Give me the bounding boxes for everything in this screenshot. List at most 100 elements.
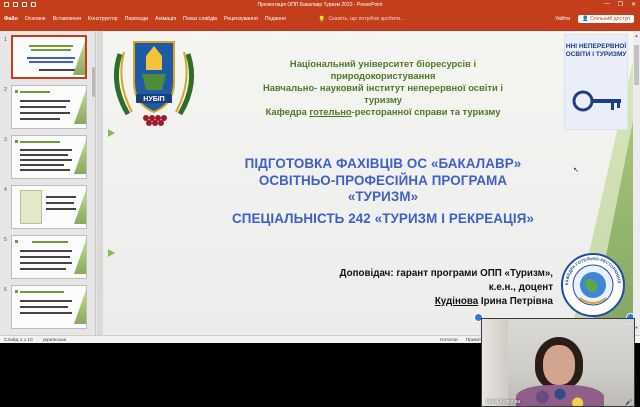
- thumb-line: [20, 118, 60, 120]
- thumbnail-slide-1[interactable]: 1: [2, 35, 92, 79]
- thumb-line: [20, 112, 70, 114]
- person-icon: 👤: [582, 16, 591, 22]
- thumb-line: [20, 262, 72, 264]
- thumb-line: [39, 69, 75, 71]
- department-name: Кафедра готельно-ресторанної справи та т…: [213, 106, 553, 118]
- thumb-line: [20, 256, 70, 258]
- thumb-line: [29, 45, 73, 47]
- slide-scrollbar[interactable]: ▲ ▼: [633, 31, 640, 335]
- arrow-bullet-icon: [108, 129, 115, 137]
- tab-transitions[interactable]: Переходи: [125, 16, 149, 22]
- slide-canvas[interactable]: НУБІП ННІ НЕПЕРЕРВНОЇ ОСВІТИ І ТУРИЗМУ Н…: [103, 31, 633, 335]
- search-placeholder: Скажіть, що потрібно зробити...: [328, 16, 405, 22]
- thumb-line: [20, 291, 64, 293]
- thumb-line: [32, 241, 68, 243]
- thumb-bullet: [15, 240, 18, 243]
- thumbnail-number: 6: [4, 287, 7, 293]
- tab-insert[interactable]: Вставлення: [53, 16, 81, 22]
- thumb-line: [31, 49, 71, 51]
- powerpoint-window: Презентація ОПП Бакалавр Туризм 2023 - P…: [0, 0, 640, 343]
- microphone-icon: 🎤: [625, 400, 633, 406]
- tab-home[interactable]: Основне: [25, 16, 46, 22]
- language-indicator[interactable]: українська: [43, 338, 67, 343]
- lightbulb-icon: 💡: [318, 16, 326, 23]
- thumb-line: [20, 106, 66, 108]
- thumb-line: [46, 196, 76, 198]
- slide-title: ПІДГОТОВКА ФАХІВЦІВ ОС «БАКАЛАВР» ОСВІТН…: [213, 156, 553, 227]
- signin-link[interactable]: Увійти: [555, 16, 570, 22]
- thumbnail-number: 5: [4, 237, 7, 243]
- title-line-1: ПІДГОТОВКА ФАХІВЦІВ ОС «БАКАЛАВР»: [244, 156, 522, 171]
- notes-button[interactable]: Нотатки: [440, 338, 458, 343]
- thumb-leaf: [74, 90, 86, 124]
- share-button[interactable]: 👤 Спільний доступ: [578, 15, 634, 23]
- speaker-line-1: Доповідач: гарант програми ОПП «Туризм»,: [339, 268, 553, 279]
- department-stamp-logo: КАФЕДРА ГОТЕЛЬНО-РЕСТОРАННОЇ СПРАВИ ТА Т…: [560, 252, 625, 317]
- ribbon-tabs: Файл Основне Вставлення Конструктор Пере…: [4, 16, 286, 22]
- thumbnail-slide-2[interactable]: 2: [2, 85, 92, 129]
- institute-name-line2: туризму: [364, 94, 402, 105]
- scroll-up-icon[interactable]: ▲: [634, 33, 639, 38]
- scrollbar-thumb[interactable]: [634, 45, 639, 85]
- share-label: Спільний доступ: [590, 16, 630, 22]
- department-suffix: -ресторанної справи та туризму: [351, 106, 501, 117]
- close-button[interactable]: ✕: [631, 1, 636, 8]
- thumb-line: [20, 164, 64, 166]
- tab-animations[interactable]: Анімація: [155, 16, 176, 22]
- thumb-line: [20, 141, 60, 143]
- ribbon: Файл Основне Вставлення Конструктор Пере…: [0, 10, 640, 31]
- institute-name-line1: Навчально- науковий інститут неперервної…: [263, 82, 503, 93]
- participant-face: [543, 345, 575, 385]
- thumb-line: [20, 159, 72, 161]
- slide-counter: Слайд 1 з 10: [4, 337, 33, 343]
- thumb-bullet: [15, 290, 18, 293]
- thumb-line: [20, 306, 68, 308]
- thumb-line: [20, 154, 68, 156]
- window-controls: — ❐ ✕: [604, 1, 636, 8]
- tell-me-search[interactable]: 💡 Скажіть, що потрібно зробити...: [318, 14, 426, 24]
- window-title: Презентація ОПП Бакалавр Туризм 2023 - P…: [257, 2, 383, 8]
- thumbnail-number: 1: [4, 37, 7, 43]
- tab-file[interactable]: Файл: [4, 16, 18, 22]
- tab-design[interactable]: Конструктор: [88, 16, 118, 22]
- thumb-document: [20, 190, 42, 224]
- thumbnail-image: [11, 185, 87, 229]
- title-line-2: ОСВІТНЬО-ПРОФЕСІЙНА ПРОГРАМА: [258, 172, 508, 188]
- institute-logo: ННІ НЕПЕРЕРВНОЇ ОСВІТИ І ТУРИЗМУ: [564, 34, 628, 130]
- thumb-leaf: [74, 240, 86, 274]
- university-name-line1: Національний університет біоресурсів і: [289, 58, 477, 69]
- thumb-bullet: [15, 140, 18, 143]
- speaker-name: Кудінова Ірина Петрівна: [233, 295, 553, 309]
- thumbnail-slide-4[interactable]: 4: [2, 185, 92, 229]
- thumbnails-scrollbar[interactable]: [92, 67, 95, 97]
- thumb-line: [20, 300, 72, 302]
- tab-review[interactable]: Рецензування: [224, 16, 258, 22]
- thumbnail-number: 4: [4, 187, 7, 193]
- restore-button[interactable]: ❐: [618, 1, 623, 8]
- speaker-surname: Кудінова: [434, 296, 479, 307]
- thumbnail-slide-5[interactable]: 5: [2, 235, 92, 279]
- thumbnail-slide-6[interactable]: 6: [2, 285, 92, 329]
- screen: Презентація ОПП Бакалавр Туризм 2023 - P…: [0, 0, 640, 407]
- tab-view[interactable]: Подання: [265, 16, 286, 22]
- institute-logo-text: ННІ НЕПЕРЕРВНОЇ ОСВІТИ І ТУРИЗМУ: [565, 43, 627, 58]
- thumbnail-image: [11, 235, 87, 279]
- status-right: Нотатки Примітки: [440, 338, 486, 343]
- thumb-line: [20, 100, 70, 102]
- title-bar: Презентація ОПП Бакалавр Туризм 2023 - P…: [0, 0, 640, 10]
- thumb-line: [20, 250, 72, 252]
- pin-icon[interactable]: ⋯: [626, 321, 632, 328]
- thumbnail-slide-3[interactable]: 3: [2, 135, 92, 179]
- participant-body: [516, 385, 604, 406]
- participant-name: Ірина Кудінова: [486, 399, 521, 405]
- thumbnail-image: [11, 285, 87, 329]
- title-line-4: СПЕЦІАЛЬНІСТЬ 242 «ТУРИЗМ І РЕКРЕАЦІЯ»: [231, 210, 535, 226]
- university-name-line2: природокористування: [330, 70, 436, 81]
- minimize-button[interactable]: —: [604, 1, 610, 8]
- department-underlined: готельно: [309, 106, 352, 117]
- tab-slideshow[interactable]: Показ слайдів: [183, 16, 217, 22]
- thumb-line: [20, 91, 50, 93]
- speaker-line-2: к.е.н., доцент: [488, 282, 553, 293]
- nubip-logo: НУБІП: [113, 41, 195, 126]
- participant-video-tile[interactable]: ⋯ Ірина Кудінова 🎤: [481, 318, 635, 407]
